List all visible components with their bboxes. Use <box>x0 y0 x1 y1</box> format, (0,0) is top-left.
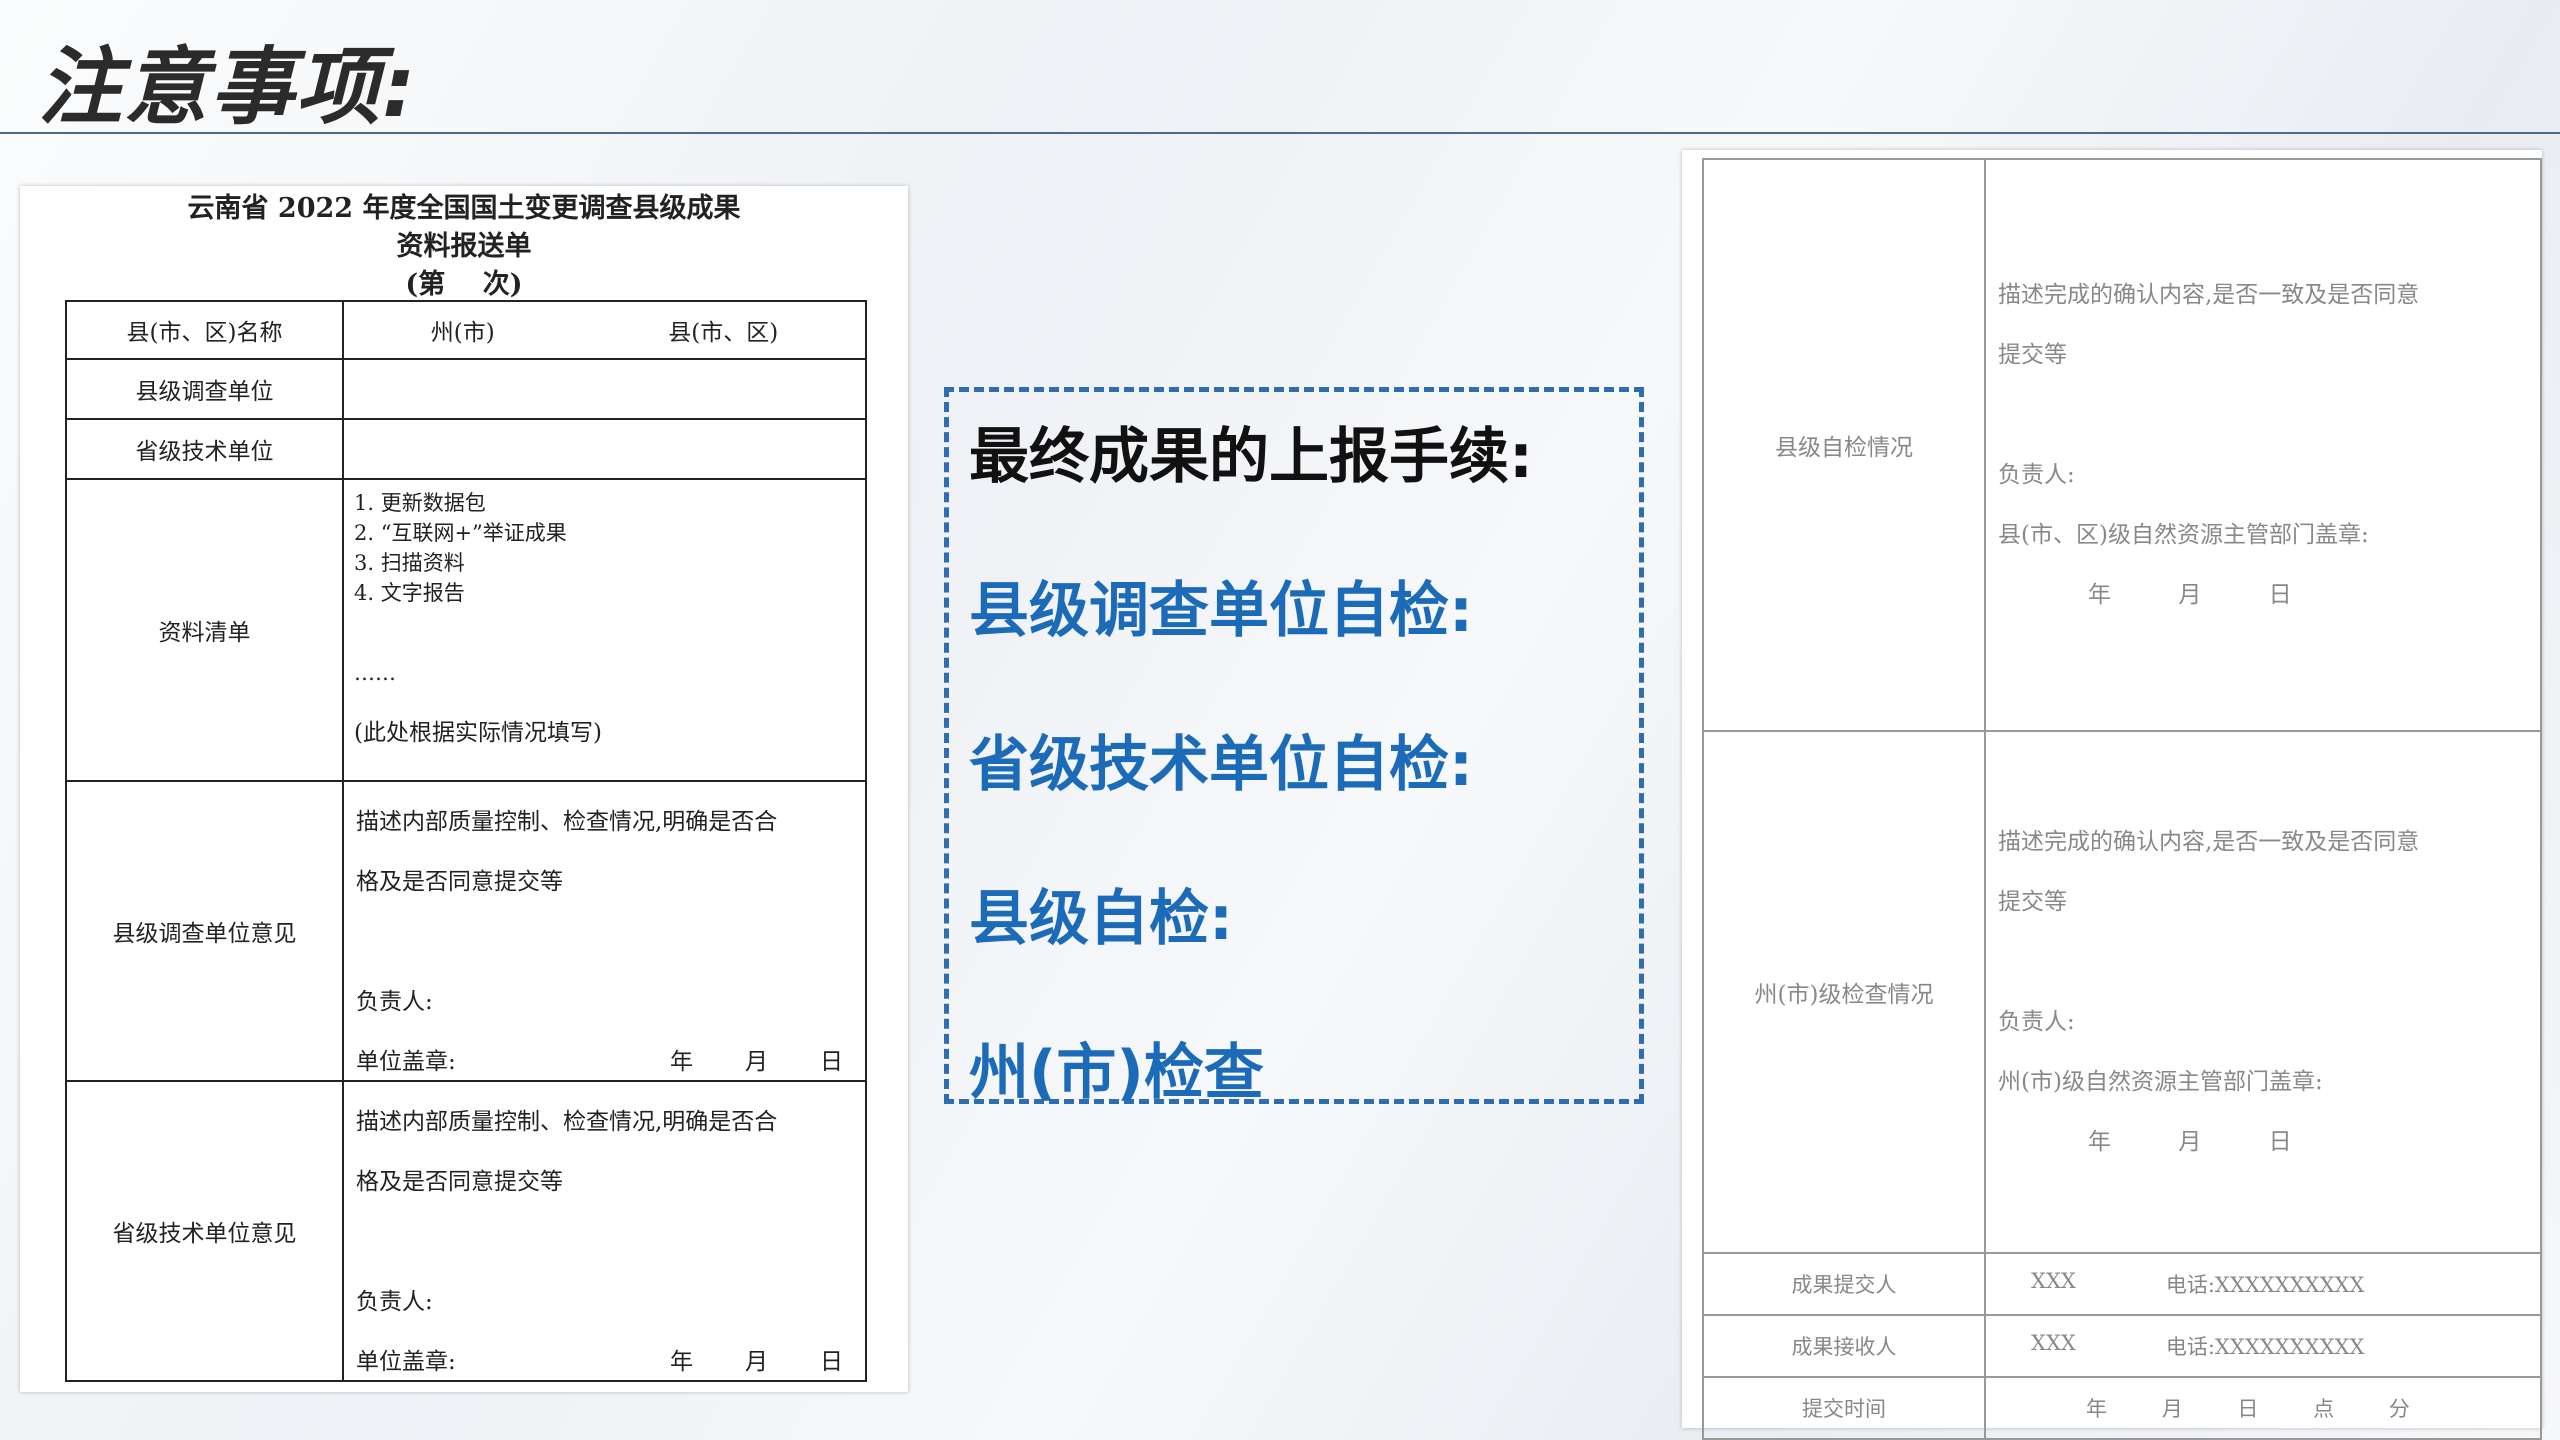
date-day: 日 <box>2268 1129 2292 1155</box>
opinion-desc: 描述内部质量控制、检查情况,明确是否合 <box>356 1109 778 1135</box>
county-name-label: 县(市、区)名称 <box>65 300 344 360</box>
material-list-cell: 1. 更新数据包 2. “互联网+”举证成果 3. 扫描资料 4. 文字报告 …… <box>342 478 867 782</box>
tech-opinion-cell: 描述内部质量控制、检查情况,明确是否合 格及是否同意提交等 负责人: 单位盖章:… <box>342 1080 867 1382</box>
procedure-heading: 最终成果的上报手续: <box>969 422 1533 492</box>
county-label: 县(市、区) <box>668 320 779 346</box>
procedure-step-prefecture-check: 州(市)检查 <box>969 1038 1264 1108</box>
date-year: 年 <box>670 1349 693 1375</box>
county-seal-label: 县(市、区)级自然资源主管部门盖章: <box>1998 522 2369 548</box>
check-desc: 描述完成的确认内容,是否一致及是否同意 <box>1998 829 2420 855</box>
submitter-phone: 电话:XXXXXXXXXX <box>2165 1273 2365 1297</box>
submitter-cell: XXX 电话:XXXXXXXXXX <box>1984 1252 2542 1316</box>
submitter-name: XXX <box>2031 1269 2076 1293</box>
date-month: 月 <box>2178 582 2202 608</box>
tech-opinion-label: 省级技术单位意见 <box>65 1080 344 1382</box>
time-hour: 点 <box>2313 1397 2335 1421</box>
receiver-label: 成果接收人 <box>1702 1314 1986 1378</box>
prefecture-seal-label: 州(市)级自然资源主管部门盖章: <box>1998 1069 2323 1095</box>
left-form-table: 县(市、区)名称 州(市) 县(市、区) 县级调查单位 省级技术单位 资料清单 … <box>65 300 867 1382</box>
date-month: 月 <box>745 1349 768 1375</box>
submit-time-label: 提交时间 <box>1702 1376 1986 1440</box>
time-day: 日 <box>2237 1397 2259 1421</box>
right-form-table: 县级自检情况 描述完成的确认内容,是否一致及是否同意 提交等 负责人: 县(市、… <box>1702 158 2542 1440</box>
unit-seal-label: 单位盖章: <box>356 1349 456 1375</box>
date-day: 日 <box>820 1349 843 1375</box>
right-form-image: 县级自检情况 描述完成的确认内容,是否一致及是否同意 提交等 负责人: 县(市、… <box>1682 150 2542 1440</box>
survey-unit-label: 县级调查单位 <box>65 358 344 420</box>
time-year: 年 <box>2086 1397 2107 1421</box>
slide-title: 注意事项: <box>38 38 418 136</box>
county-self-check-cell: 描述完成的确认内容,是否一致及是否同意 提交等 负责人: 县(市、区)级自然资源… <box>1984 158 2542 732</box>
prefecture-label: 州(市) <box>430 320 495 346</box>
responsible-label: 负责人: <box>356 989 433 1015</box>
receiver-cell: XXX 电话:XXXXXXXXXX <box>1984 1314 2542 1378</box>
check-desc: 提交等 <box>1998 889 2067 915</box>
time-month: 月 <box>2161 1397 2183 1421</box>
tech-unit-cell <box>342 418 867 480</box>
date-row: 年 月 日 <box>1998 565 2528 625</box>
list-note: (此处根据实际情况填写) <box>354 720 602 746</box>
responsible-label: 负责人: <box>356 1289 433 1315</box>
list-item: 1. 更新数据包 <box>354 491 486 515</box>
left-form-subtitle: 资料报送单 <box>396 231 532 262</box>
date-row: 年 月 日 <box>1998 1112 2528 1172</box>
procedure-step-provincial-tech: 省级技术单位自检: <box>969 730 1473 800</box>
county-name-cell: 州(市) 县(市、区) <box>342 300 867 360</box>
list-ellipsis: …… <box>354 661 396 685</box>
title-divider <box>0 132 2560 134</box>
responsible-label: 负责人: <box>1998 1009 2075 1035</box>
prefecture-check-cell: 描述完成的确认内容,是否一致及是否同意 提交等 负责人: 州(市)级自然资源主管… <box>1984 730 2542 1254</box>
left-form-header: 云南省 2022 年度全国国土变更调查县级成果 资料报送单 (第 次) <box>20 190 908 304</box>
tech-unit-label: 省级技术单位 <box>65 418 344 480</box>
left-form-image: 云南省 2022 年度全国国土变更调查县级成果 资料报送单 (第 次) 县(市、… <box>20 186 908 1392</box>
check-desc: 提交等 <box>1998 342 2067 368</box>
submit-time-cell: 年 月 日 点 分 <box>1984 1376 2542 1440</box>
county-self-check-label: 县级自检情况 <box>1702 158 1986 732</box>
submitter-label: 成果提交人 <box>1702 1252 1986 1316</box>
list-item: 3. 扫描资料 <box>354 551 465 575</box>
responsible-label: 负责人: <box>1998 462 2075 488</box>
opinion-desc: 格及是否同意提交等 <box>356 1169 563 1195</box>
date-year: 年 <box>2088 1129 2111 1155</box>
opinion-desc: 描述内部质量控制、检查情况,明确是否合 <box>356 809 778 835</box>
material-list-label: 资料清单 <box>65 478 344 782</box>
left-form-batch: (第 次) <box>405 269 523 300</box>
survey-opinion-label: 县级调查单位意见 <box>65 780 344 1082</box>
date-month: 月 <box>2178 1129 2202 1155</box>
date-year: 年 <box>2088 582 2111 608</box>
procedure-step-county-self-check: 县级自检: <box>969 884 1233 954</box>
check-desc: 描述完成的确认内容,是否一致及是否同意 <box>1998 282 2420 308</box>
receiver-phone: 电话:XXXXXXXXXX <box>2165 1335 2365 1359</box>
receiver-name: XXX <box>2031 1331 2076 1355</box>
prefecture-check-label: 州(市)级检查情况 <box>1702 730 1986 1254</box>
procedure-step-county-survey: 县级调查单位自检: <box>969 576 1473 646</box>
procedure-callout-box: 最终成果的上报手续: 县级调查单位自检: 省级技术单位自检: 县级自检: 州(市… <box>944 387 1644 1108</box>
left-form-title: 云南省 2022 年度全国国土变更调查县级成果 <box>187 193 741 224</box>
list-item: 2. “互联网+”举证成果 <box>354 521 567 545</box>
opinion-desc: 格及是否同意提交等 <box>356 869 563 895</box>
list-item: 4. 文字报告 <box>354 581 465 605</box>
survey-opinion-cell: 描述内部质量控制、检查情况,明确是否合 格及是否同意提交等 负责人: 单位盖章:… <box>342 780 867 1082</box>
survey-unit-cell <box>342 358 867 420</box>
date-day: 日 <box>2268 582 2292 608</box>
time-minute: 分 <box>2388 1397 2410 1421</box>
